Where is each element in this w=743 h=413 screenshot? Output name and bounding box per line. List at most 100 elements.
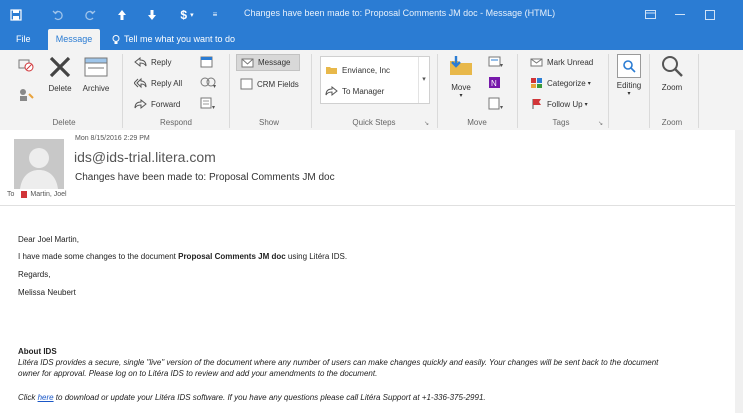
group-label-quick-steps: Quick Steps <box>352 118 396 127</box>
ribbon-tab-bar: File Message Tell me what you want to do <box>0 29 743 50</box>
ignore-icon[interactable] <box>18 58 34 77</box>
categorize-dropdown-icon: ▾ <box>587 80 591 87</box>
group-label-delete: Delete <box>52 118 76 127</box>
regards: Regards, <box>18 270 51 279</box>
group-label-move: Move <box>467 118 487 127</box>
scrollbar[interactable] <box>735 130 743 413</box>
ribbon-separator <box>229 54 230 128</box>
forward-icon <box>134 98 147 110</box>
editing-button[interactable]: Editing ▾ <box>614 54 644 97</box>
zoom-button[interactable]: Zoom <box>657 54 687 92</box>
dialog-launcher-icon[interactable]: ↘ <box>424 120 429 127</box>
download-link[interactable]: here <box>38 393 54 402</box>
about-text-1: Litéra IDS provides a secure, single "li… <box>18 358 659 367</box>
im-icon[interactable]: ▾ <box>200 76 216 94</box>
undo-icon[interactable] <box>46 0 70 29</box>
tell-me-box[interactable]: Tell me what you want to do <box>112 29 235 50</box>
dialog-launcher-icon[interactable]: ↘ <box>598 120 603 127</box>
document-name: Proposal Comments JM doc <box>178 252 286 261</box>
crm-fields-button[interactable]: CRM Fields <box>240 77 299 91</box>
ribbon-separator <box>608 54 609 128</box>
delete-button[interactable]: Delete <box>46 55 74 93</box>
quick-step-to-manager[interactable]: To Manager <box>325 84 384 98</box>
zoom-magnifier-icon <box>662 56 683 77</box>
ribbon-separator <box>311 54 312 128</box>
lightbulb-icon <box>112 34 120 44</box>
archive-button[interactable]: Archive <box>80 55 112 93</box>
forward-button[interactable]: Forward <box>134 97 180 111</box>
about-title: About IDS <box>18 347 57 356</box>
svg-text:▾: ▾ <box>500 105 503 110</box>
save-icon[interactable] <box>4 0 28 29</box>
ribbon-separator <box>649 54 650 128</box>
move-folder-icon <box>450 56 472 75</box>
group-label-zoom: Zoom <box>661 118 683 127</box>
minimize-icon[interactable] <box>666 0 694 29</box>
more-respond-icon[interactable]: ▾ <box>200 97 216 115</box>
to-label: To <box>7 191 15 198</box>
svg-text:N: N <box>491 79 497 88</box>
editing-search-icon <box>617 54 641 78</box>
about-text-2: owner for approval. Please log on to Lit… <box>18 369 378 378</box>
message-header: Mon 8/15/2016 2:29 PM ids@ids-trial.lite… <box>0 130 743 206</box>
sender-address[interactable]: ids@ids-trial.litera.com <box>74 149 216 165</box>
redo-icon[interactable] <box>78 0 102 29</box>
tell-me-label: Tell me what you want to do <box>124 34 236 44</box>
mark-unread-button[interactable]: Mark Unread <box>530 55 593 69</box>
group-label-tags: Tags <box>552 118 570 127</box>
svg-text:▾: ▾ <box>213 84 216 89</box>
dollar-icon[interactable]: $ ▾ <box>172 0 202 29</box>
folder-icon <box>326 67 337 74</box>
reply-icon <box>134 56 147 68</box>
follow-up-button[interactable]: Follow Up ▾ <box>530 97 588 111</box>
ribbon-separator <box>437 54 438 128</box>
tab-file[interactable]: File <box>16 29 31 50</box>
delete-x-icon <box>49 56 71 78</box>
follow-up-dropdown-icon: ▾ <box>584 101 588 108</box>
group-label-respond: Respond <box>159 118 193 127</box>
recipient-line: To Martin, Joel <box>7 191 67 198</box>
meeting-icon[interactable] <box>200 55 214 73</box>
recipient-name[interactable]: Martin, Joel <box>30 191 66 198</box>
ribbon-display-icon[interactable] <box>636 0 664 29</box>
flag-icon <box>532 99 541 109</box>
quick-steps-scroll[interactable]: ▾ <box>418 57 429 103</box>
archive-icon <box>84 57 108 77</box>
up-arrow-icon[interactable] <box>110 0 134 29</box>
sent-date: Mon 8/15/2016 2:29 PM <box>75 135 150 142</box>
tab-message[interactable]: Message <box>48 29 100 50</box>
envelope-icon <box>530 58 543 67</box>
quick-step-enviance[interactable]: Enviance, Inc <box>325 63 390 77</box>
quick-steps-gallery[interactable]: Enviance, Inc To Manager ▾ <box>320 56 430 104</box>
maximize-icon[interactable] <box>696 0 724 29</box>
download-line: Click here to download or update your Li… <box>18 393 486 402</box>
ribbon-separator <box>517 54 518 128</box>
body-line: I have made some changes to the document… <box>18 252 348 261</box>
categorize-button[interactable]: Categorize ▾ <box>530 76 591 90</box>
forward-mail-icon <box>325 85 338 97</box>
ribbon: Delete Archive Delete Reply Reply All Fo… <box>0 50 743 131</box>
reply-all-button[interactable]: Reply All <box>134 76 182 90</box>
show-message-button[interactable]: Message <box>236 54 300 71</box>
title-bar: $ ▾ ≡ Changes have been made to: Proposal… <box>0 0 743 29</box>
move-button[interactable]: Move ▾ <box>446 54 476 99</box>
svg-text:▾: ▾ <box>212 105 215 110</box>
greeting: Dear Joel Martin, <box>18 235 79 244</box>
crm-fields-icon <box>240 78 253 90</box>
down-arrow-icon[interactable] <box>140 0 164 29</box>
group-label-show: Show <box>258 118 279 127</box>
reply-button[interactable]: Reply <box>134 55 171 69</box>
actions-icon[interactable]: ▾ <box>488 97 504 115</box>
email-subject: Changes have been made to: Proposal Comm… <box>75 172 335 183</box>
rules-icon[interactable]: ▾ <box>488 55 504 73</box>
onenote-icon[interactable]: N <box>488 76 502 94</box>
editing-dropdown-icon: ▾ <box>627 91 631 97</box>
categorize-icon <box>531 78 542 88</box>
move-dropdown-icon: ▾ <box>459 93 463 99</box>
customize-icon[interactable]: ≡ <box>207 0 223 29</box>
cleanup-icon[interactable] <box>18 88 34 107</box>
reply-all-icon <box>134 77 147 89</box>
message-icon <box>241 58 254 67</box>
svg-text:▾: ▾ <box>500 63 503 68</box>
signature: Melissa Neubert <box>18 288 76 297</box>
